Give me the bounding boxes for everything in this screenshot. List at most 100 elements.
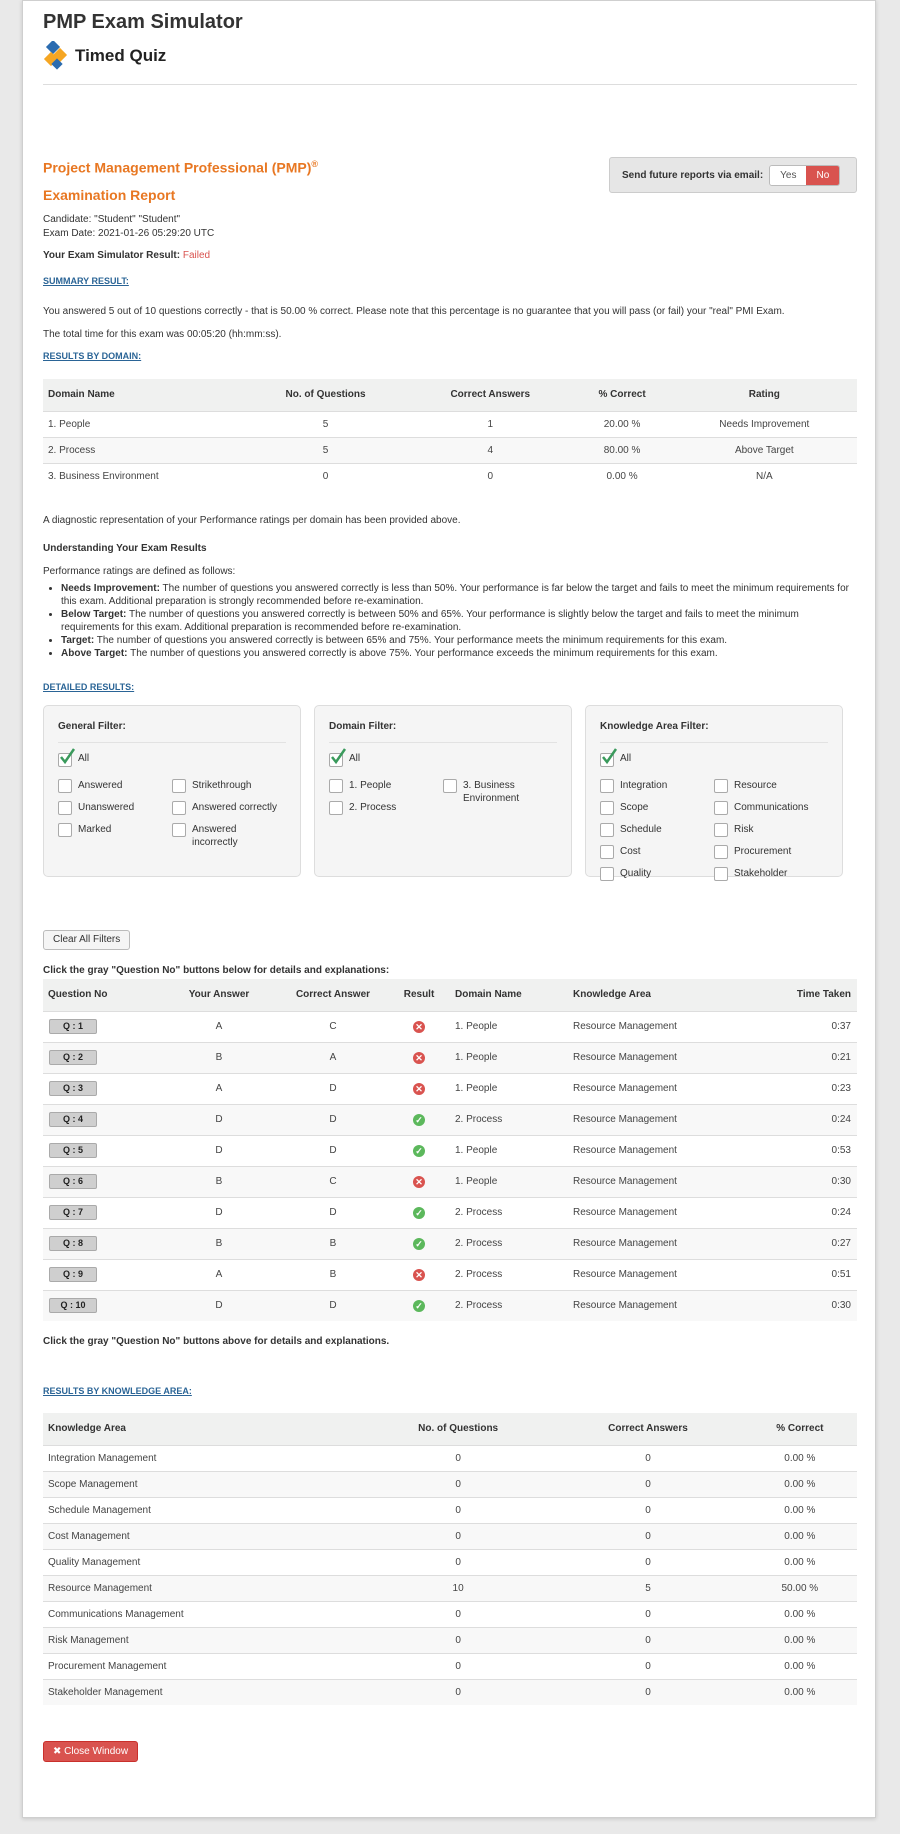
total-time-text: The total time for this exam was 00:05:2…	[43, 329, 282, 340]
all-checkbox[interactable]	[329, 748, 347, 767]
checkbox[interactable]	[58, 823, 72, 837]
question-button[interactable]: Q : 9	[49, 1267, 97, 1282]
knowledge-filter-title: Knowledge Area Filter:	[600, 706, 828, 743]
filter-scope[interactable]: Scope	[600, 801, 714, 815]
percent-cell: 0.00 %	[742, 1548, 857, 1575]
knowledge-area-cell: Resource Management	[567, 1103, 777, 1135]
col-rating: Rating	[671, 379, 857, 411]
question-button[interactable]: Q : 3	[49, 1081, 97, 1096]
all-checkbox[interactable]	[600, 748, 618, 767]
check-circle-icon: ✓	[413, 1299, 425, 1312]
domain-filter-all[interactable]: All	[329, 748, 557, 773]
checkbox[interactable]	[714, 867, 728, 881]
checkbox[interactable]	[714, 801, 728, 815]
knowledge-area-cell: Resource Management	[567, 1072, 777, 1104]
filter-answered[interactable]: Answered	[58, 779, 172, 793]
close-window-button[interactable]: ✖ Close Window	[43, 1741, 139, 1762]
filter-people[interactable]: 1. People	[329, 779, 443, 793]
checkbox[interactable]	[58, 801, 72, 815]
checkbox[interactable]	[329, 801, 343, 815]
domain-results-link[interactable]: RESULTS BY DOMAIN:	[43, 351, 141, 361]
your-answer-cell: D	[161, 1103, 277, 1135]
rating-term: Below Target:	[61, 609, 127, 620]
checkbox[interactable]	[600, 845, 614, 859]
filter-process[interactable]: 2. Process	[329, 801, 443, 815]
option-label: Cost	[620, 846, 641, 857]
question-button[interactable]: Q : 1	[49, 1019, 97, 1034]
question-button[interactable]: Q : 5	[49, 1143, 97, 1158]
filter-answered-correctly[interactable]: Answered correctly	[172, 801, 286, 815]
detailed-results-link[interactable]: DETAILED RESULTS:	[43, 682, 134, 692]
checkbox[interactable]	[600, 823, 614, 837]
checkbox[interactable]	[58, 779, 72, 793]
filter-business-environment[interactable]: 3. Business Environment	[443, 779, 557, 815]
question-button[interactable]: Q : 8	[49, 1236, 97, 1251]
filter-integration[interactable]: Integration	[600, 779, 714, 793]
filter-risk[interactable]: Risk	[714, 823, 828, 837]
filter-communications[interactable]: Communications	[714, 801, 828, 815]
knowledge-area-cell: Resource Management	[567, 1165, 777, 1197]
filter-stakeholder[interactable]: Stakeholder	[714, 867, 828, 881]
knowledge-area-cell: Quality Management	[43, 1548, 363, 1575]
header-divider	[43, 84, 857, 85]
result-cell: ✓	[389, 1134, 449, 1166]
questions-cell: 0	[363, 1522, 554, 1549]
col-percent-correct: % Correct	[572, 379, 672, 411]
percent-cell: 0.00 %	[742, 1444, 857, 1471]
summary-result-link[interactable]: SUMMARY RESULT:	[43, 276, 129, 286]
filter-strikethrough[interactable]: Strikethrough	[172, 779, 286, 793]
checkbox[interactable]	[172, 801, 186, 815]
question-button[interactable]: Q : 6	[49, 1174, 97, 1189]
filter-quality[interactable]: Quality	[600, 867, 714, 881]
knowledge-results-link[interactable]: RESULTS BY KNOWLEDGE AREA:	[43, 1386, 192, 1396]
knowledge-filter-all[interactable]: All	[600, 748, 828, 773]
knowledge-area-cell: Resource Management	[567, 1010, 777, 1042]
questions-cell: 0	[363, 1600, 554, 1627]
knowledge-area-cell: Scope Management	[43, 1470, 363, 1497]
email-yes-button[interactable]: Yes	[770, 165, 807, 185]
domain-cell: 1. People	[449, 1165, 567, 1197]
question-button[interactable]: Q : 7	[49, 1205, 97, 1220]
filter-schedule[interactable]: Schedule	[600, 823, 714, 837]
correct-cell: 0	[553, 1652, 743, 1679]
filter-marked[interactable]: Marked	[58, 823, 172, 849]
email-no-button[interactable]: No	[806, 165, 840, 185]
filter-procurement[interactable]: Procurement	[714, 845, 828, 859]
filter-resource[interactable]: Resource	[714, 779, 828, 793]
domain-cell: 2. Process	[449, 1258, 567, 1290]
filter-unanswered[interactable]: Unanswered	[58, 801, 172, 815]
time-taken-cell: 0:24	[777, 1103, 857, 1135]
result-cell: ✓	[389, 1227, 449, 1259]
checkbox[interactable]	[443, 779, 457, 793]
all-checkbox[interactable]	[58, 748, 76, 767]
option-label: 2. Process	[349, 802, 397, 813]
report-title: Project Management Professional (PMP)®	[43, 155, 318, 177]
general-filter-all[interactable]: All	[58, 748, 286, 773]
clear-filters-button[interactable]: Clear All Filters	[43, 930, 131, 950]
rating-term: Needs Improvement:	[61, 583, 160, 594]
domain-cell: 2. Process	[449, 1103, 567, 1135]
checkbox[interactable]	[714, 779, 728, 793]
filter-cost[interactable]: Cost	[600, 845, 714, 859]
checkbox[interactable]	[600, 801, 614, 815]
filter-answered-incorrectly[interactable]: Answered incorrectly	[172, 823, 286, 849]
question-button[interactable]: Q : 2	[49, 1050, 97, 1065]
question-button[interactable]: Q : 4	[49, 1112, 97, 1127]
checkbox[interactable]	[329, 779, 343, 793]
checkbox[interactable]	[714, 845, 728, 859]
domain-cell: 1. People	[449, 1041, 567, 1073]
checkbox[interactable]	[600, 867, 614, 881]
your-answer-cell: B	[161, 1041, 277, 1073]
time-taken-cell: 0:21	[777, 1041, 857, 1073]
checkbox[interactable]	[172, 823, 186, 837]
checkbox[interactable]	[714, 823, 728, 837]
checkbox[interactable]	[600, 779, 614, 793]
question-button[interactable]: Q : 10	[49, 1298, 97, 1314]
correct-answer-cell: D	[277, 1134, 389, 1166]
option-label: Risk	[734, 824, 754, 835]
checkbox[interactable]	[172, 779, 186, 793]
correct-answer-cell: B	[277, 1227, 389, 1259]
ratings-definitions: Needs Improvement: The number of questio…	[43, 582, 857, 660]
rating-definition: The number of questions you answered cor…	[61, 609, 799, 633]
list-item: Below Target: The number of questions yo…	[61, 608, 857, 634]
